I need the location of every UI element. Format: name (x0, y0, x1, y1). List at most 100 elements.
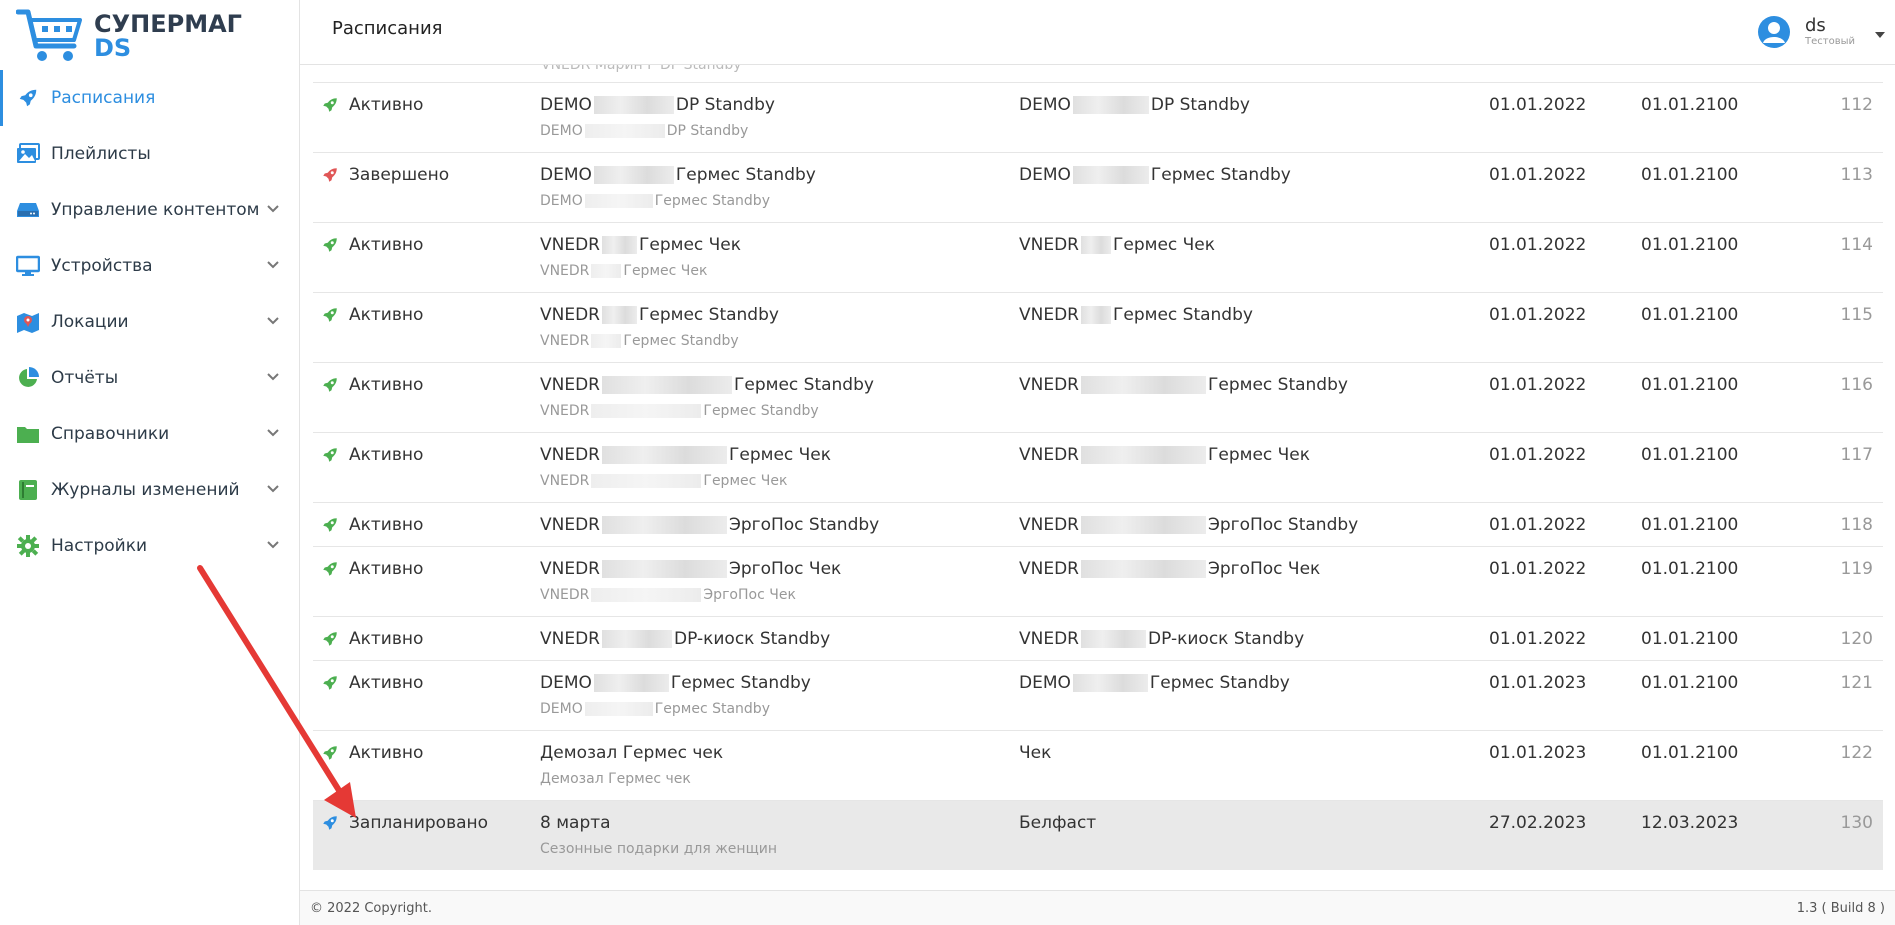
table-row[interactable]: Активно Демозал Гермес чек Демозал Герме… (313, 730, 1883, 800)
table-row[interactable]: Активно VNEDR ЭргоПос Standby VNEDR ЭргоПо… (313, 502, 1883, 546)
redacted-blur (584, 124, 665, 138)
table-row[interactable]: Активно VNEDR Гермес Чек VNEDR Гермес Чек … (313, 222, 1883, 292)
status-label: Запланировано (349, 813, 489, 833)
sidebar-item-reports[interactable]: Отчёты (0, 350, 300, 406)
sidebar-item-locations[interactable]: Локации (0, 294, 300, 350)
partial-row-text: VNEDR Марин P DP Standby (541, 65, 742, 73)
status-cell: Завершено (321, 165, 449, 185)
sidebar-item-dictionaries[interactable]: Справочники (0, 406, 300, 462)
playlist-cell[interactable]: DEMO DP Standby (1019, 95, 1250, 115)
schedule-description: VNEDR Гермес Standby (540, 403, 819, 419)
table-row[interactable]: Запланировано 8 марта Сезонные подарки д… (313, 800, 1883, 870)
partially-hidden-row: VNEDR Марин P DP Standby (313, 65, 1883, 83)
schedule-name[interactable]: Демозал Гермес чек (540, 743, 723, 763)
playlist-prefix: DEMO (1019, 673, 1071, 693)
status-cell: Активно (321, 515, 423, 535)
chevron-down-icon (267, 205, 279, 213)
sidebar-item-changelogs[interactable]: Журналы изменений (0, 462, 300, 518)
schedule-name[interactable]: DEMO Гермес Standby (540, 673, 811, 693)
rocket-icon (323, 632, 337, 646)
schedule-name[interactable]: 8 марта (540, 813, 611, 833)
schedule-name[interactable]: DEMO Гермес Standby (540, 165, 816, 185)
table-row[interactable]: Активно VNEDR Гермес Standby VNEDR Гермес … (313, 362, 1883, 432)
redacted-blur (602, 306, 637, 324)
schedule-description: DEMO DP Standby (540, 123, 748, 139)
table-row[interactable]: Активно VNEDR ЭргоПос Чек VNEDR ЭргоПос Че… (313, 546, 1883, 616)
logo-line1: СУПЕРМАГ (94, 10, 242, 38)
playlist-prefix: VNEDR (1019, 559, 1079, 579)
sidebar-item-schedules[interactable]: Расписания (0, 70, 300, 126)
start-date: 01.01.2022 (1489, 95, 1587, 115)
schedule-name-suffix: Гермес Чек (639, 235, 742, 255)
user-name: ds (1805, 15, 1826, 36)
schedule-name-suffix: ЭргоПос Чек (729, 559, 842, 579)
table-row[interactable]: Активно VNEDR Гермес Чек VNEDR Гермес Чек … (313, 432, 1883, 502)
playlist-cell[interactable]: DEMO Гермес Standby (1019, 165, 1291, 185)
redacted-blur (602, 446, 727, 464)
playlist-cell[interactable]: VNEDR ЭргоПос Standby (1019, 515, 1358, 535)
schedules-table: VNEDR Марин P DP Standby Активно DEMO DP … (313, 65, 1883, 870)
schedule-id: 112 (1840, 95, 1873, 115)
schedule-name[interactable]: DEMO DP Standby (540, 95, 775, 115)
rocket-icon (323, 816, 337, 830)
description-prefix: DEMO (540, 193, 583, 209)
gear-icon (16, 534, 40, 558)
monitor-icon (16, 254, 40, 278)
playlist-prefix: VNEDR (1019, 375, 1079, 395)
table-row[interactable]: Активно VNEDR Гермес Standby VNEDR Гермес … (313, 292, 1883, 362)
app-logo[interactable]: СУПЕРМАГ DS (15, 6, 242, 66)
playlist-cell[interactable]: VNEDR Гермес Standby (1019, 375, 1348, 395)
playlist-cell[interactable]: VNEDR Гермес Чек (1019, 235, 1215, 255)
sidebar-item-devices[interactable]: Устройства (0, 238, 300, 294)
schedule-name-prefix: VNEDR (540, 375, 600, 395)
table-row[interactable]: Активно DEMO Гермес Standby DEMO Гермес St… (313, 660, 1883, 730)
schedule-name[interactable]: VNEDR Гермес Чек (540, 445, 831, 465)
sidebar-item-settings[interactable]: Настройки (0, 518, 300, 574)
redacted-blur (591, 334, 622, 348)
table-row[interactable]: Завершено DEMO Гермес Standby DEMO Гермес … (313, 152, 1883, 222)
playlist-cell[interactable]: VNEDR Гермес Standby (1019, 305, 1253, 325)
redacted-blur (593, 674, 669, 692)
redacted-blur (584, 194, 653, 208)
status-label: Активно (349, 95, 424, 115)
redacted-blur (1081, 236, 1111, 254)
status-label: Активно (349, 515, 424, 535)
schedule-id: 122 (1840, 743, 1873, 763)
playlist-cell[interactable]: DEMO Гермес Standby (1019, 673, 1290, 693)
sidebar-item-content[interactable]: Управление контентом (0, 182, 300, 238)
schedule-description: DEMO Гермес Standby (540, 701, 770, 717)
description-prefix: VNEDR (540, 587, 590, 603)
playlist-suffix: DP-киоск Standby (1148, 629, 1305, 649)
playlist-cell[interactable]: VNEDR ЭргоПос Чек (1019, 559, 1320, 579)
table-row[interactable]: Активно DEMO DP Standby DEMO DP Standby DE… (313, 82, 1883, 152)
user-menu[interactable]: ds Тестовый (1757, 10, 1885, 54)
playlist-cell[interactable]: Белфаст (1019, 813, 1096, 833)
schedule-id: 119 (1840, 559, 1873, 579)
schedule-name[interactable]: VNEDR ЭргоПос Чек (540, 559, 841, 579)
sidebar-item-label: Локации (51, 312, 129, 332)
images-icon (16, 142, 40, 166)
description-prefix: VNEDR (540, 333, 590, 349)
table-row[interactable]: Активно VNEDR DP-киоск Standby VNEDR DP-ки… (313, 616, 1883, 660)
status-label: Активно (349, 629, 424, 649)
sidebar-item-label: Настройки (51, 536, 148, 556)
playlist-cell[interactable]: VNEDR DP-киоск Standby (1019, 629, 1304, 649)
schedule-name[interactable]: VNEDR Гермес Чек (540, 235, 741, 255)
playlist-cell[interactable]: VNEDR Гермес Чек (1019, 445, 1310, 465)
redacted-blur (593, 166, 674, 184)
start-date: 01.01.2022 (1489, 515, 1587, 535)
playlist-cell[interactable]: Чек (1019, 743, 1051, 763)
sidebar-item-playlists[interactable]: Плейлисты (0, 126, 300, 182)
sidebar-item-label: Журналы изменений (51, 480, 240, 500)
schedule-name[interactable]: VNEDR DP-киоск Standby (540, 629, 830, 649)
schedule-name[interactable]: VNEDR Гермес Standby (540, 305, 779, 325)
redacted-blur (1081, 376, 1206, 394)
schedule-name[interactable]: VNEDR ЭргоПос Standby (540, 515, 879, 535)
end-date: 01.01.2100 (1641, 235, 1739, 255)
schedule-name-prefix: VNEDR (540, 305, 600, 325)
schedule-name[interactable]: VNEDR Гермес Standby (540, 375, 874, 395)
footer: © 2022 Copyright. 1.3 ( Build 8 ) (300, 890, 1895, 925)
redacted-blur (1081, 560, 1206, 578)
user-info: ds Тестовый (1805, 16, 1855, 48)
schedule-name-prefix: VNEDR (540, 515, 600, 535)
